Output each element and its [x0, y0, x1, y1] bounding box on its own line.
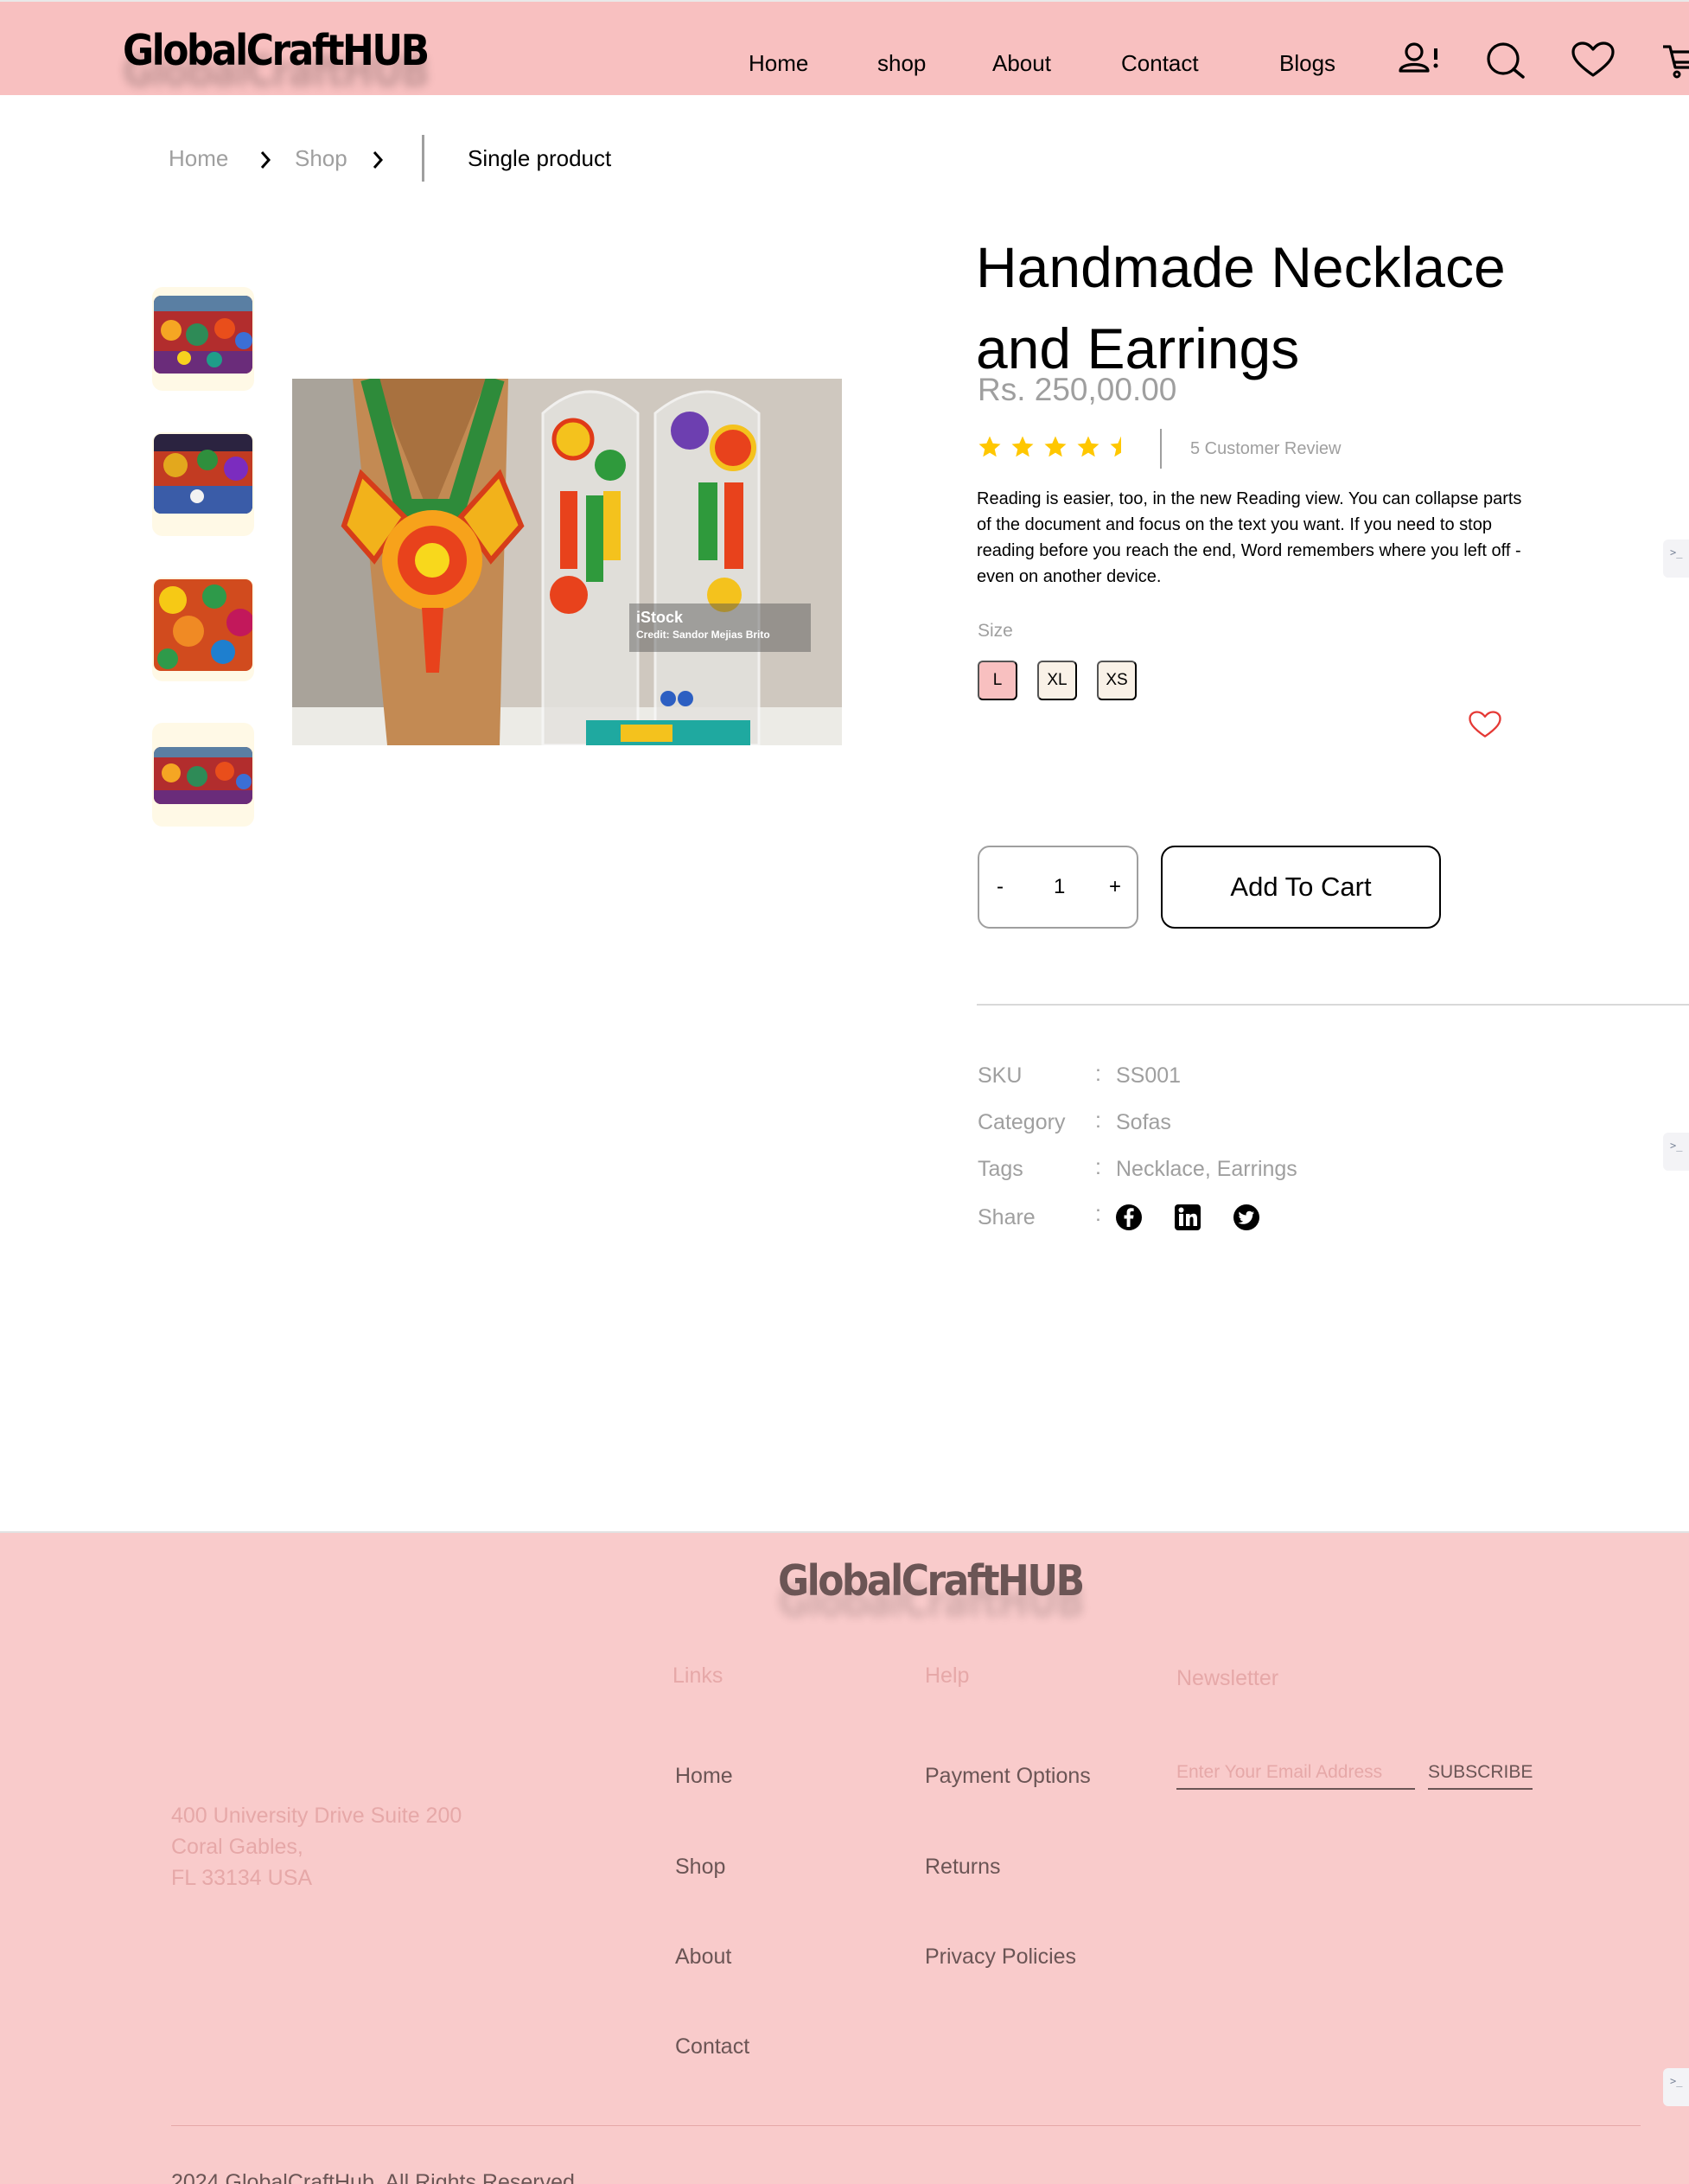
- meta-colon: :: [1095, 1202, 1101, 1226]
- thumbnail-image: [154, 747, 252, 804]
- address-line: FL 33134 USA: [171, 1866, 313, 1890]
- breadcrumb-current: Single product: [468, 145, 612, 171]
- rating-divider: [1160, 429, 1162, 469]
- heart-icon[interactable]: [1571, 42, 1615, 78]
- footer-link-shop[interactable]: Shop: [675, 1855, 725, 1880]
- thumbnail-3[interactable]: [152, 578, 254, 681]
- breadcrumb-divider: [422, 135, 424, 182]
- category-value: Sofas: [1116, 1110, 1171, 1134]
- nav-blogs[interactable]: Blogs: [1279, 50, 1335, 77]
- rating-stars: [977, 434, 1134, 460]
- product-title: Handmade Necklace and Earrings: [976, 235, 1506, 380]
- tags-label: Tags: [978, 1157, 1023, 1181]
- main-product-image[interactable]: iStock Credit: Sandor Mejias Brito: [292, 379, 842, 745]
- add-to-cart-button[interactable]: Add To Cart: [1161, 846, 1441, 929]
- star-icon: [1011, 436, 1034, 457]
- size-option-l[interactable]: L: [978, 661, 1017, 700]
- footer-help-heading: Help: [925, 1664, 970, 1688]
- footer-link-about[interactable]: About: [675, 1945, 731, 1970]
- product-photo: [292, 379, 842, 745]
- footer-newsletter-heading: Newsletter: [1176, 1666, 1279, 1690]
- nav-home[interactable]: Home: [749, 50, 808, 77]
- quantity-value[interactable]: 1: [1054, 875, 1065, 899]
- linkedin-icon[interactable]: [1174, 1204, 1201, 1231]
- watermark: iStock Credit: Sandor Mejias Brito: [629, 603, 811, 652]
- site-header: GlobalCraftHUB Home shop About Contact B…: [0, 0, 1689, 95]
- footer-divider: [171, 2125, 1641, 2126]
- footer-logo[interactable]: GlobalCraftHUB: [778, 1556, 1085, 1606]
- watermark-brand: iStock: [636, 609, 684, 626]
- nav-about[interactable]: About: [992, 50, 1051, 77]
- side-tab[interactable]: >_: [1663, 2068, 1689, 2106]
- nav-contact[interactable]: Contact: [1121, 50, 1199, 77]
- address-line: Coral Gables,: [171, 1835, 303, 1859]
- thumbnail-1[interactable]: [152, 287, 254, 391]
- size-label: Size: [978, 621, 1013, 641]
- quantity-stepper: - 1 +: [978, 846, 1138, 929]
- footer-links-heading: Links: [672, 1664, 723, 1688]
- newsletter-email-input[interactable]: [1176, 1762, 1415, 1790]
- wishlist-heart-icon[interactable]: [1468, 711, 1502, 738]
- subscribe-button[interactable]: SUBSCRIBE: [1428, 1762, 1533, 1790]
- search-icon[interactable]: [1485, 42, 1526, 80]
- user-alert-icon[interactable]: [1399, 42, 1442, 76]
- logo[interactable]: GlobalCraftHUB: [123, 26, 430, 75]
- footer-address: 400 University Drive Suite 200 Coral Gab…: [171, 1800, 462, 1893]
- customer-review-link[interactable]: 5 Customer Review: [1190, 439, 1342, 459]
- share-label: Share: [978, 1205, 1036, 1229]
- size-option-xs[interactable]: XS: [1097, 661, 1137, 700]
- breadcrumb-shop[interactable]: Shop: [295, 145, 347, 172]
- sku-value: SS001: [1116, 1063, 1182, 1088]
- footer-link-home[interactable]: Home: [675, 1764, 733, 1789]
- facebook-icon[interactable]: [1115, 1204, 1143, 1231]
- side-tab[interactable]: >_: [1663, 540, 1689, 578]
- star-icon: [1044, 436, 1067, 457]
- nav-shop[interactable]: shop: [877, 50, 926, 77]
- meta-colon: :: [1095, 1155, 1101, 1179]
- copyright-text: 2024 GlobalCraftHub. All Rights Reserved: [171, 2170, 575, 2184]
- section-divider: [977, 1004, 1689, 1006]
- thumbnail-image: [154, 579, 252, 671]
- chevron-right-icon: [260, 151, 271, 169]
- footer-help-privacy-policies[interactable]: Privacy Policies: [925, 1945, 1076, 1970]
- sku-label: SKU: [978, 1063, 1023, 1088]
- quantity-increase-button[interactable]: +: [1109, 875, 1121, 899]
- star-icon: [1077, 436, 1099, 457]
- footer-link-contact[interactable]: Contact: [675, 2034, 749, 2059]
- twitter-icon[interactable]: [1233, 1204, 1260, 1231]
- chevron-right-icon: [373, 151, 384, 169]
- category-label: Category: [978, 1110, 1066, 1134]
- breadcrumb-home[interactable]: Home: [169, 145, 228, 172]
- product-price: Rs. 250,00.00: [978, 372, 1177, 407]
- footer-help-returns[interactable]: Returns: [925, 1855, 1001, 1880]
- meta-colon: :: [1095, 1108, 1101, 1133]
- thumbnail-image: [154, 434, 252, 514]
- quantity-decrease-button[interactable]: -: [997, 875, 1004, 899]
- product-description: Reading is easier, too, in the new Readi…: [977, 489, 1522, 586]
- thumbnail-4[interactable]: [152, 723, 254, 827]
- thumbnail-2[interactable]: [152, 432, 254, 536]
- cart-icon[interactable]: [1661, 42, 1689, 80]
- thumbnail-image: [154, 296, 252, 374]
- tags-value: Necklace, Earrings: [1116, 1157, 1297, 1181]
- size-option-xl[interactable]: XL: [1037, 661, 1077, 700]
- half-star-icon: [1110, 436, 1121, 457]
- address-line: 400 University Drive Suite 200: [171, 1804, 462, 1828]
- meta-colon: :: [1095, 1062, 1101, 1086]
- footer-help-payment-options[interactable]: Payment Options: [925, 1764, 1091, 1789]
- side-tab[interactable]: >_: [1663, 1133, 1689, 1171]
- watermark-credit: Credit: Sandor Mejias Brito: [636, 629, 770, 641]
- star-icon: [978, 436, 1001, 457]
